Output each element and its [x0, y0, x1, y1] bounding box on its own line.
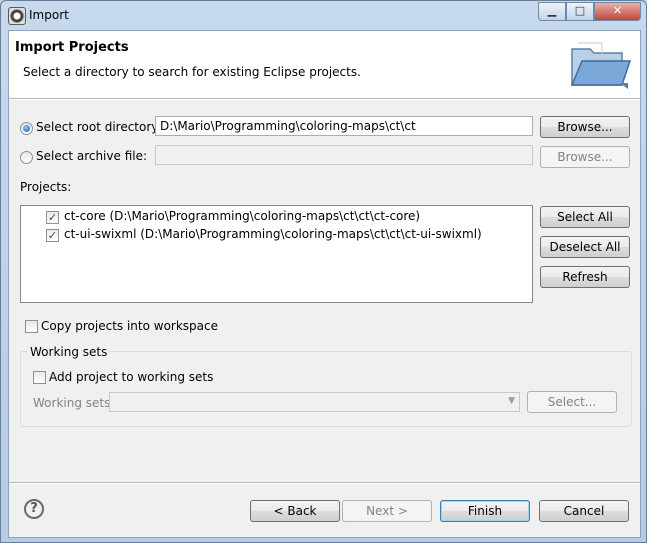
close-icon[interactable]: ✕ [594, 2, 641, 21]
project-label[interactable]: ct-core (D:\Mario\Programming\coloring-m… [64, 209, 420, 223]
projects-list[interactable]: ✓ ct-core (D:\Mario\Programming\coloring… [20, 205, 533, 303]
archive-file-label[interactable]: Select archive file: [36, 149, 147, 163]
project-checkbox[interactable]: ✓ [46, 229, 59, 242]
root-directory-radio[interactable] [20, 122, 33, 135]
title-bar: Import ▁ □ ✕ [1, 1, 646, 29]
page-title: Import Projects [15, 40, 129, 55]
refresh-button[interactable]: Refresh [540, 266, 630, 288]
footer-separator [9, 482, 640, 484]
browse-archive-button: Browse... [540, 146, 630, 168]
minimize-icon[interactable]: ▁ [538, 2, 566, 21]
import-dialog: Import ▁ □ ✕ Import Projects Select a di… [0, 0, 647, 543]
root-directory-field[interactable]: D:\Mario\Programming\coloring-maps\ct\ct [155, 116, 533, 136]
working-sets-group [20, 351, 632, 427]
project-label[interactable]: ct-ui-swixml (D:\Mario\Programming\color… [64, 227, 482, 241]
projects-label: Projects: [20, 180, 72, 194]
maximize-icon[interactable]: □ [566, 2, 594, 21]
select-working-sets-button: Select... [527, 391, 617, 413]
chevron-down-icon: ▼ [508, 396, 515, 406]
project-checkbox[interactable]: ✓ [46, 211, 59, 224]
next-button: Next > [342, 500, 432, 522]
working-sets-group-label: Working sets [28, 345, 110, 359]
working-sets-label: Working sets: [33, 396, 115, 410]
dialog-client-area: Import Projects Select a directory to se… [8, 30, 641, 538]
copy-projects-checkbox[interactable] [25, 320, 38, 333]
help-icon[interactable]: ? [24, 499, 44, 519]
add-to-working-sets-label[interactable]: Add project to working sets [49, 370, 213, 384]
page-description: Select a directory to search for existin… [23, 65, 361, 79]
archive-file-field [155, 145, 533, 165]
copy-projects-label[interactable]: Copy projects into workspace [41, 319, 218, 333]
wizard-banner: Import Projects Select a directory to se… [9, 31, 640, 99]
cancel-button[interactable]: Cancel [539, 500, 629, 522]
finish-button[interactable]: Finish [440, 500, 530, 522]
archive-file-radio[interactable] [20, 151, 33, 164]
working-sets-combo: ▼ [109, 392, 520, 412]
add-to-working-sets-checkbox[interactable] [33, 371, 46, 384]
select-all-button[interactable]: Select All [540, 206, 630, 228]
banner-separator [9, 98, 640, 100]
eclipse-app-icon [8, 7, 26, 25]
browse-root-button[interactable]: Browse... [540, 116, 630, 138]
root-directory-label[interactable]: Select root directory: [36, 120, 162, 134]
deselect-all-button[interactable]: Deselect All [540, 236, 630, 258]
folder-open-icon [570, 42, 632, 89]
window-title: Import [29, 8, 69, 22]
back-button[interactable]: < Back [250, 500, 340, 522]
